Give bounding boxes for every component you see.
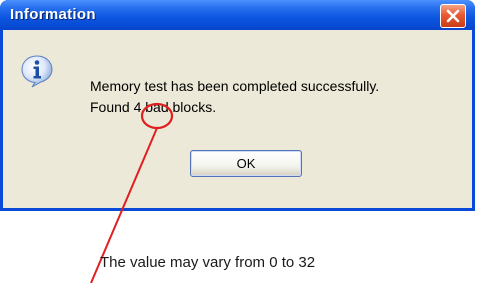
dialog-message: Memory test has been completed successfu…: [90, 76, 379, 118]
message-line-2: Found 4 bad blocks.: [90, 99, 217, 115]
close-button[interactable]: [440, 4, 466, 28]
ok-button[interactable]: OK: [190, 150, 302, 177]
dialog-titlebar[interactable]: Information: [0, 0, 475, 30]
dialog-body: [3, 30, 472, 208]
dialog-bottom-border: [0, 208, 475, 211]
info-icon: [20, 54, 54, 88]
message-line-1: Memory test has been completed successfu…: [90, 78, 380, 94]
annotation-note: The value may vary from 0 to 32: [100, 254, 316, 271]
dialog-title: Information: [10, 6, 96, 23]
information-dialog: Information Memory test has been complet…: [0, 0, 475, 211]
close-icon: [446, 9, 460, 23]
